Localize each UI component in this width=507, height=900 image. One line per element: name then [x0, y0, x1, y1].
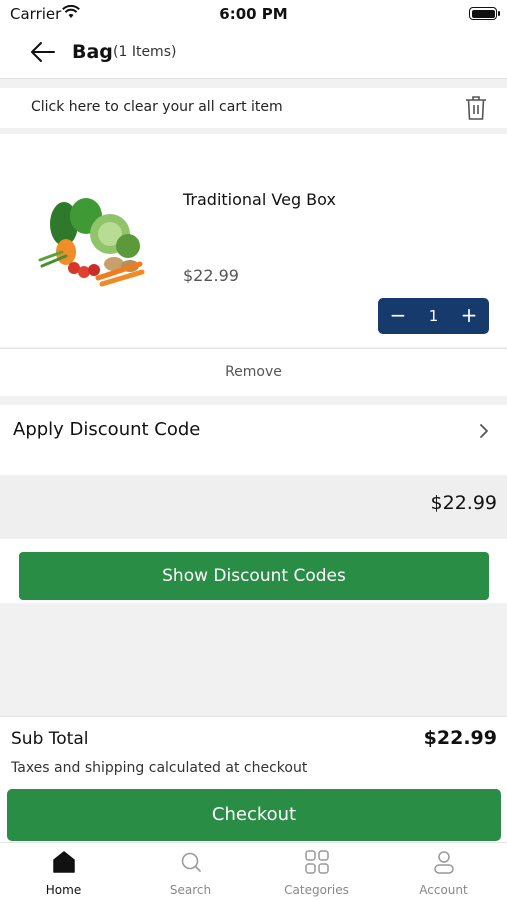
veg-box-image — [38, 198, 145, 287]
tab-label: Categories — [284, 883, 349, 897]
trash-icon[interactable] — [465, 95, 487, 121]
quantity-stepper: − 1 + — [378, 298, 489, 334]
product-name[interactable]: Traditional Veg Box — [183, 190, 336, 209]
search-icon — [181, 852, 201, 872]
quantity-value: 1 — [428, 307, 439, 325]
product-price: $22.99 — [183, 266, 239, 285]
clock: 6:00 PM — [219, 5, 288, 23]
tab-categories[interactable]: Categories — [253, 843, 380, 900]
order-total-band: $22.99 — [0, 477, 507, 539]
subtotal-label: Sub Total — [11, 729, 89, 749]
tab-label: Search — [169, 883, 212, 897]
decrease-quantity-button[interactable]: − — [380, 298, 416, 334]
clear-cart-text[interactable]: Click here to clear your all cart item — [31, 99, 283, 115]
tab-search[interactable]: Search — [127, 843, 254, 900]
apply-discount-row[interactable]: Apply Discount Code — [0, 405, 507, 475]
checkout-button[interactable]: Checkout — [7, 789, 501, 841]
checkout-summary: Sub Total $22.99 Taxes and shipping calc… — [0, 716, 507, 842]
item-count: (1 Items) — [113, 44, 177, 60]
back-arrow-icon[interactable] — [30, 40, 56, 64]
show-discount-codes-button[interactable]: Show Discount Codes — [19, 552, 489, 600]
tab-account[interactable]: Account — [380, 843, 507, 900]
clear-cart-bar[interactable]: Click here to clear your all cart item — [0, 88, 507, 128]
increase-quantity-button[interactable]: + — [451, 298, 487, 334]
apply-discount-label: Apply Discount Code — [13, 419, 201, 440]
tab-label: Account — [419, 883, 468, 897]
tab-home[interactable]: Home — [0, 843, 127, 900]
show-discount-codes-area: Show Discount Codes — [0, 539, 507, 603]
status-bar: Carrier 6:00 PM — [0, 0, 507, 28]
home-icon — [52, 851, 75, 873]
bottom-tab-bar: Home Search Categories Account — [0, 842, 507, 900]
page-title: Bag — [72, 41, 113, 63]
subtotal-value: $22.99 — [423, 727, 497, 749]
header: Bag (1 Items) — [0, 28, 507, 79]
tab-label: Home — [45, 883, 82, 897]
taxes-note: Taxes and shipping calculated at checkou… — [11, 760, 308, 776]
categories-icon — [304, 850, 329, 874]
cart-item: Traditional Veg Box $22.99 − 1 + — [0, 134, 507, 347]
order-total-amount: $22.99 — [430, 492, 497, 514]
remove-button[interactable]: Remove — [0, 348, 507, 396]
battery-icon — [469, 7, 500, 20]
chevron-right-icon — [480, 424, 488, 438]
account-icon — [433, 851, 454, 874]
